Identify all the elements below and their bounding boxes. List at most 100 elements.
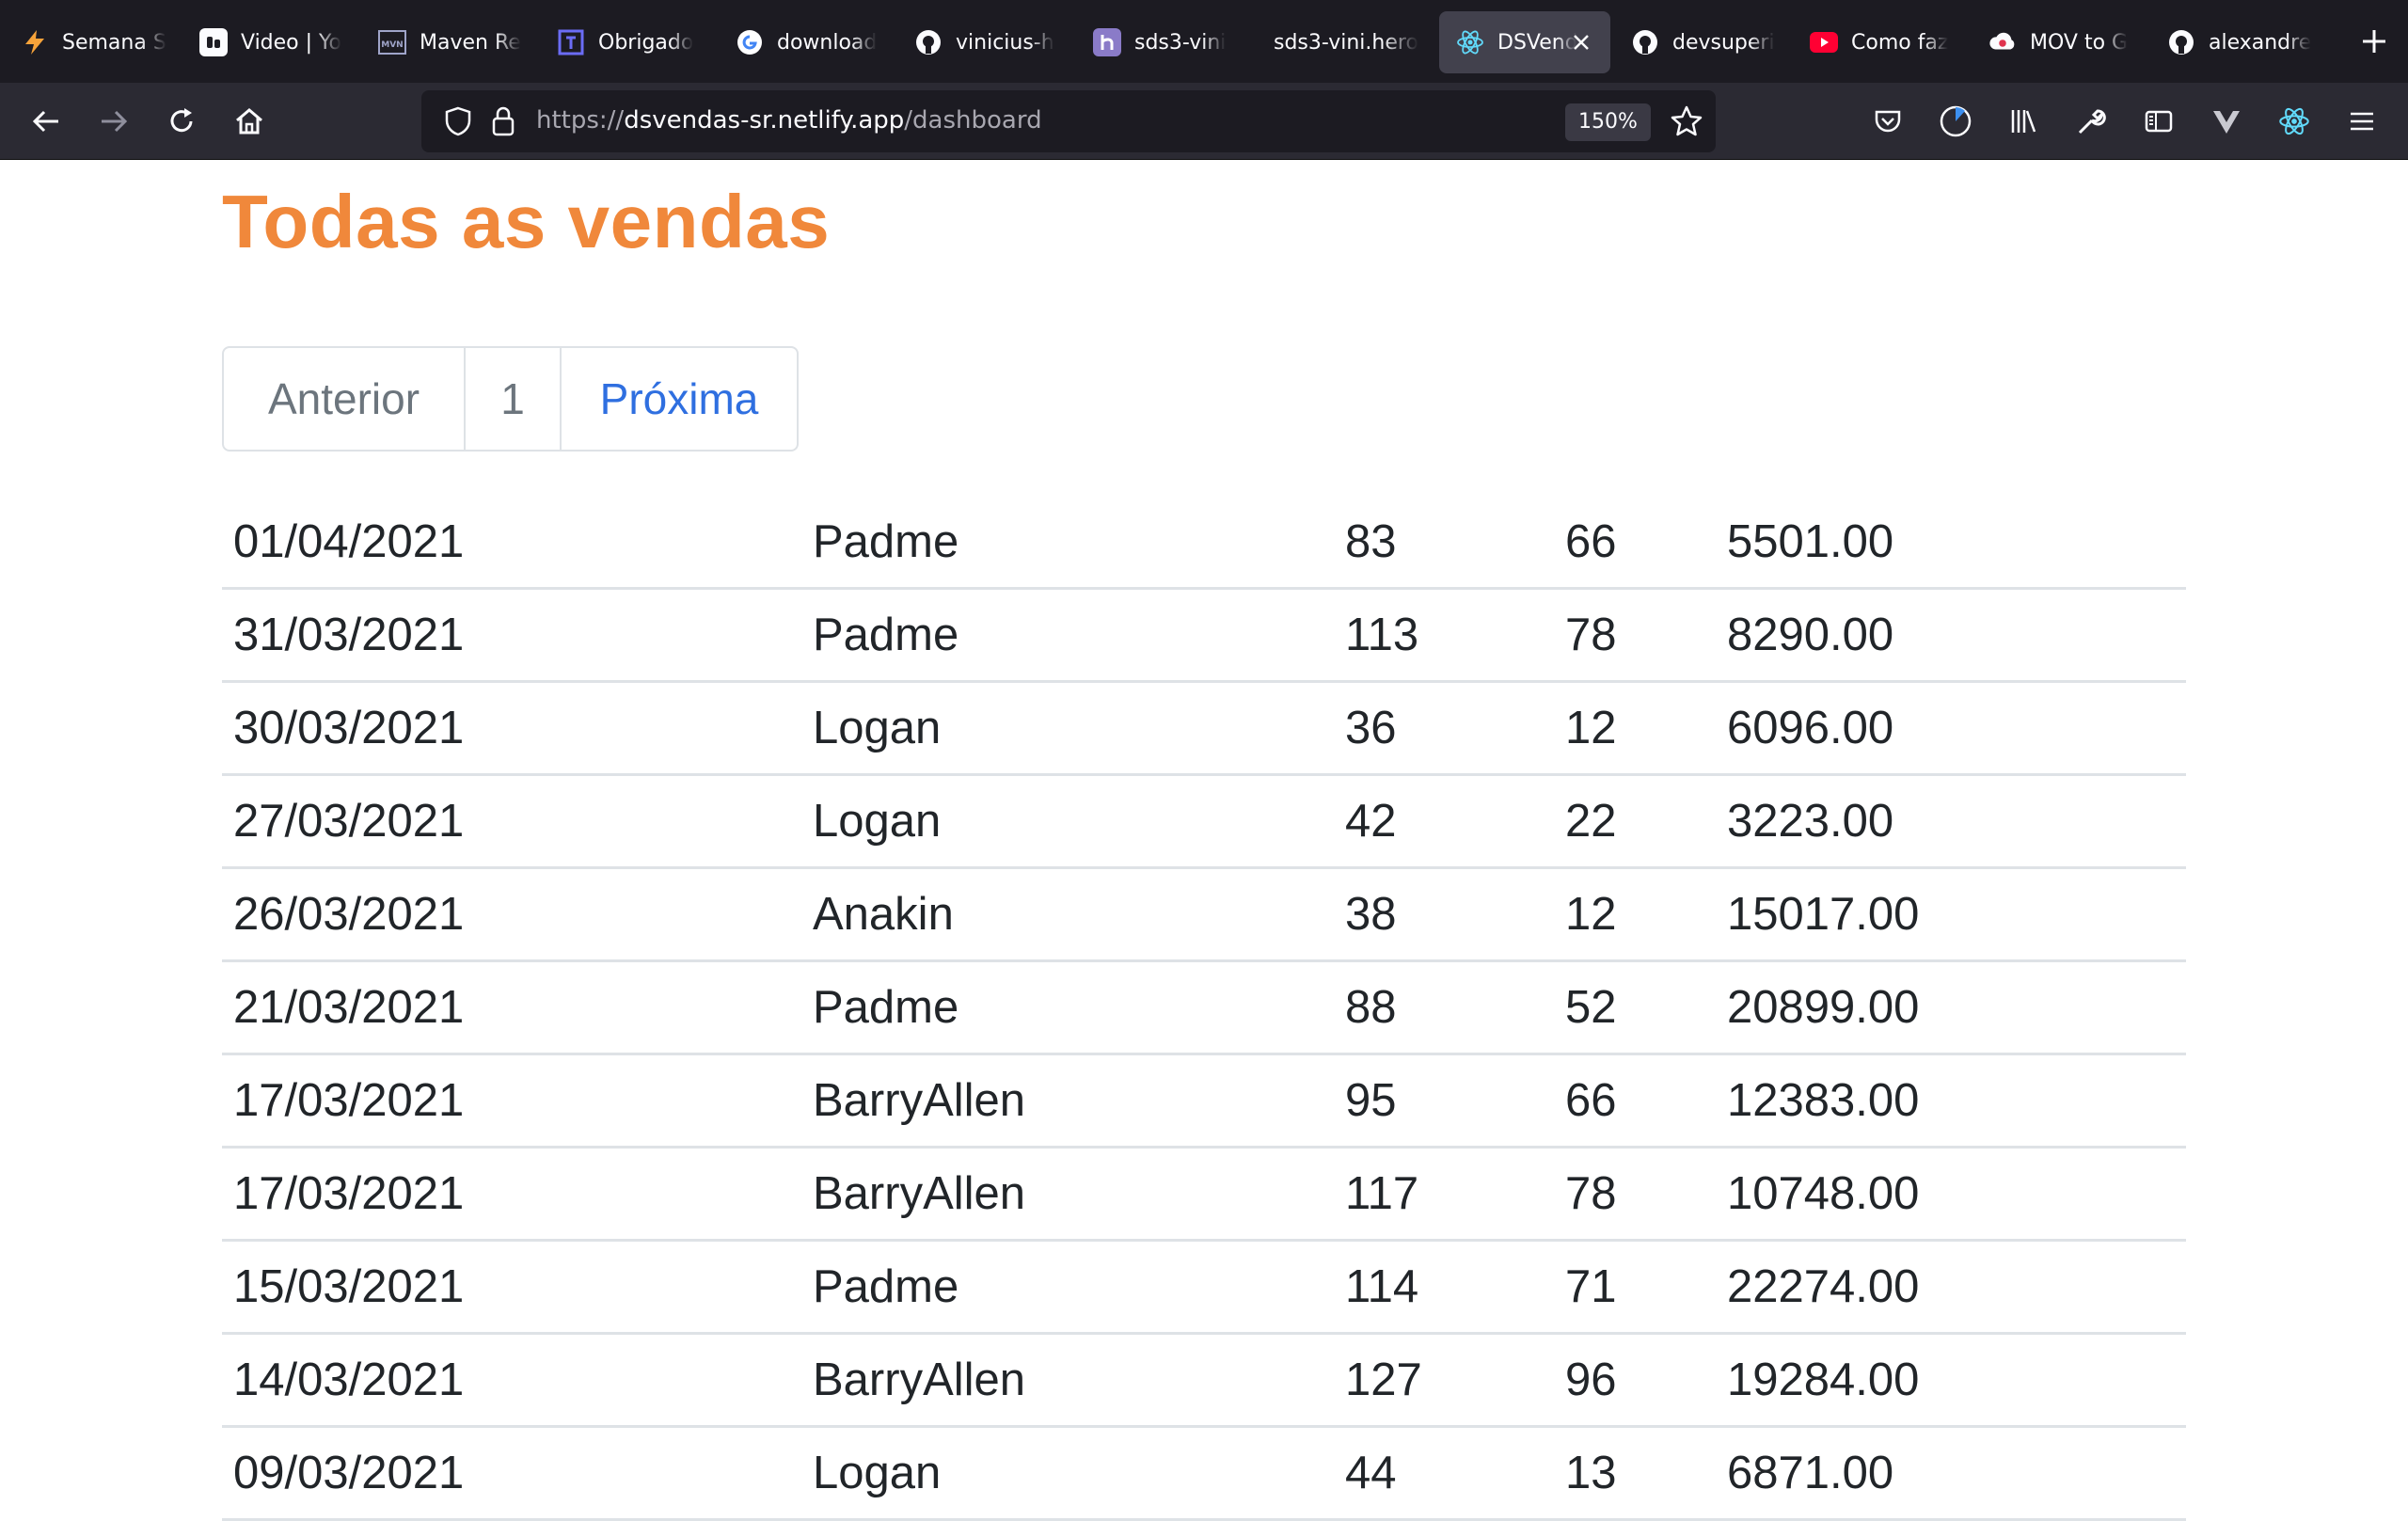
deals-count: 13 xyxy=(1565,1448,1617,1498)
shield-icon[interactable] xyxy=(442,105,474,137)
seller-name: Logan xyxy=(813,1448,942,1498)
tab-label: vinicius-h xyxy=(956,30,1054,55)
menu-icon[interactable] xyxy=(2342,102,2382,141)
youtube-icon xyxy=(1810,28,1838,56)
url-scheme: https:// xyxy=(536,106,625,135)
browser-nav-bar: https://dsvendas-sr.netlify.app/dashboar… xyxy=(0,83,2408,160)
tab-label: Semana S xyxy=(62,30,166,55)
deals-count: 66 xyxy=(1565,1075,1617,1126)
vue-devtools-icon[interactable] xyxy=(2207,102,2246,141)
library-icon[interactable] xyxy=(2004,102,2043,141)
deals-count: 71 xyxy=(1565,1261,1617,1312)
table-row: 01/04/2021 Padme 83 66 5501.00 xyxy=(222,497,2186,590)
sale-amount: 6096.00 xyxy=(1727,703,1894,753)
tab[interactable]: Como faz xyxy=(1789,11,1968,73)
visited-count: 44 xyxy=(1345,1448,1397,1498)
visited-count: 113 xyxy=(1345,610,1419,660)
home-icon[interactable] xyxy=(230,102,269,141)
visited-count: 36 xyxy=(1345,703,1397,753)
tab[interactable]: MVN Maven Re xyxy=(357,11,536,73)
previous-page-button[interactable]: Anterior xyxy=(224,348,466,450)
timer-icon[interactable] xyxy=(1936,102,1975,141)
sale-amount: 8290.00 xyxy=(1727,610,1894,660)
lock-icon[interactable] xyxy=(487,103,519,139)
visited-count: 114 xyxy=(1345,1261,1419,1312)
zoom-indicator[interactable]: 150% xyxy=(1565,103,1651,141)
sale-date: 26/03/2021 xyxy=(233,889,465,940)
github-icon xyxy=(1631,28,1659,56)
cloud-icon xyxy=(1988,28,2017,56)
tab[interactable]: vinicius-h xyxy=(894,11,1072,73)
reload-icon[interactable] xyxy=(162,102,201,141)
url-text[interactable]: https://dsvendas-sr.netlify.app/dashboar… xyxy=(536,106,1042,135)
page-title: Todas as vendas xyxy=(222,180,831,263)
visited-count: 127 xyxy=(1345,1355,1422,1405)
visited-count: 38 xyxy=(1345,889,1397,940)
sale-date: 14/03/2021 xyxy=(233,1355,465,1405)
lightning-icon xyxy=(21,28,49,56)
seller-name: Padme xyxy=(813,610,959,660)
tab[interactable]: download xyxy=(715,11,894,73)
next-page-button[interactable]: Próxima xyxy=(562,348,797,450)
table-row: 26/03/2021 Anakin 38 12 15017.00 xyxy=(222,869,2186,962)
tab[interactable]: MOV to G xyxy=(1968,11,2147,73)
table-row: 14/03/2021 BarryAllen 127 96 19284.00 xyxy=(222,1335,2186,1428)
visited-count: 88 xyxy=(1345,982,1397,1033)
new-tab-icon[interactable] xyxy=(2357,24,2391,58)
sale-date: 17/03/2021 xyxy=(233,1168,465,1219)
react-devtools-icon[interactable] xyxy=(2274,102,2314,141)
seller-name: Anakin xyxy=(813,889,954,940)
tab[interactable]: Semana S xyxy=(0,11,179,73)
sale-amount: 10748.00 xyxy=(1727,1168,1920,1219)
bookmark-star-icon[interactable] xyxy=(1669,103,1704,139)
tab[interactable]: Video | Yo xyxy=(179,11,357,73)
video-icon xyxy=(199,28,228,56)
seller-name: BarryAllen xyxy=(813,1168,1026,1219)
sale-amount: 5501.00 xyxy=(1727,516,1894,567)
forward-icon[interactable] xyxy=(94,102,134,141)
visited-count: 95 xyxy=(1345,1075,1397,1126)
seller-name: Logan xyxy=(813,796,942,847)
wrench-icon[interactable] xyxy=(2071,102,2111,141)
address-bar[interactable]: https://dsvendas-sr.netlify.app/dashboar… xyxy=(421,90,1716,152)
github-icon xyxy=(2167,28,2195,56)
tab-label: alexandre xyxy=(2209,30,2312,55)
seller-name: Padme xyxy=(813,516,959,567)
tab-label: MOV to G xyxy=(2030,30,2129,55)
tab[interactable]: devsuperi xyxy=(1610,11,1789,73)
back-icon[interactable] xyxy=(26,102,66,141)
pagination: Anterior 1 Próxima xyxy=(222,346,799,452)
sale-date: 27/03/2021 xyxy=(233,796,465,847)
url-host: dsvendas-sr.netlify.app xyxy=(624,106,905,135)
current-page-number[interactable]: 1 xyxy=(466,348,562,450)
tab[interactable]: Obrigado xyxy=(536,11,715,73)
tab-label: Como faz xyxy=(1851,30,1949,55)
close-icon[interactable] xyxy=(1567,28,1595,56)
tab-active[interactable]: DSVend xyxy=(1439,11,1610,73)
seller-name: BarryAllen xyxy=(813,1075,1026,1126)
seller-name: Logan xyxy=(813,703,942,753)
tab[interactable]: sds3-vini.hero xyxy=(1251,11,1430,73)
google-icon xyxy=(736,28,764,56)
table-row: 30/03/2021 Logan 36 12 6096.00 xyxy=(222,683,2186,776)
tab-label: sds3-vini xyxy=(1134,30,1227,55)
seller-name: Padme xyxy=(813,1261,959,1312)
maven-icon: MVN xyxy=(378,28,406,56)
sale-amount: 12383.00 xyxy=(1727,1075,1920,1126)
pocket-icon[interactable] xyxy=(1868,102,1908,141)
visited-count: 83 xyxy=(1345,516,1397,567)
tab[interactable]: alexandre xyxy=(2147,11,2325,73)
tab-label: Video | Yo xyxy=(241,30,342,55)
sidebar-icon[interactable] xyxy=(2139,102,2178,141)
tab[interactable]: sds3-vini xyxy=(1072,11,1251,73)
tab-label: sds3-vini.hero xyxy=(1274,30,1418,55)
sale-amount: 20899.00 xyxy=(1727,982,1920,1033)
svg-text:MVN: MVN xyxy=(381,40,403,50)
table-row: 21/03/2021 Padme 88 52 20899.00 xyxy=(222,962,2186,1055)
sales-table: 01/04/2021 Padme 83 66 5501.00 31/03/202… xyxy=(222,497,2186,1521)
sale-amount: 19284.00 xyxy=(1727,1355,1920,1405)
deals-count: 12 xyxy=(1565,889,1617,940)
visited-count: 42 xyxy=(1345,796,1397,847)
github-icon xyxy=(914,28,943,56)
deals-count: 66 xyxy=(1565,516,1617,567)
